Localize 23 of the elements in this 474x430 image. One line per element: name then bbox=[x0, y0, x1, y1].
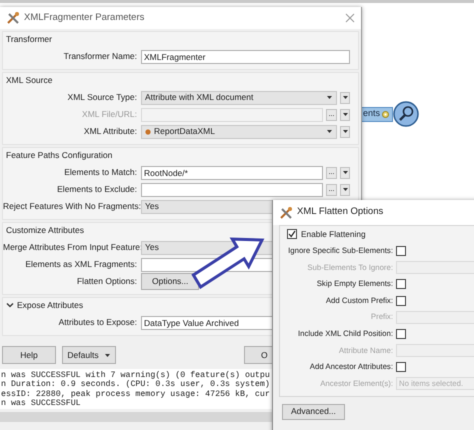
field-label: XML Source Type: bbox=[66, 91, 138, 104]
field-label: Flatten Options: bbox=[76, 275, 138, 288]
log-line: n was SUCCESSFUL with 7 warning(s) (0 feature(s) outpu bbox=[1, 371, 270, 380]
field-label: Transformer Name: bbox=[62, 50, 138, 63]
field-label: Elements to Exclude: bbox=[56, 183, 138, 196]
section-title: Customize Attributes bbox=[6, 224, 84, 236]
section-title: Feature Paths Configuration bbox=[6, 148, 112, 162]
node-label: ents bbox=[363, 107, 380, 120]
field-label: Elements as XML Fragments: bbox=[24, 258, 138, 271]
log-line: n was SUCCESSFUL bbox=[1, 399, 81, 409]
field-label: XML Attribute: bbox=[82, 125, 138, 138]
field-label: Merge Attributes From Input Feature: bbox=[3, 241, 141, 254]
section-title: Transformer bbox=[6, 32, 52, 46]
field-label: Elements to Match: bbox=[63, 166, 138, 179]
checkbox-label: Enable Flattening bbox=[301, 228, 366, 241]
log-line: essID: 22880, peak process memory usage: 47256 kB, cur bbox=[1, 390, 270, 400]
field-label: Reject Features With No Fragments: bbox=[3, 200, 141, 213]
field-label: XML File/URL: bbox=[81, 108, 138, 121]
section-title: Expose Attributes bbox=[17, 298, 84, 312]
log-line: n Duration: 0.9 seconds. (CPU: 0.3s user, 0.3s system) bbox=[1, 380, 270, 390]
field-label: Attributes to Expose: bbox=[58, 316, 138, 329]
section-title: XML Source bbox=[6, 74, 52, 86]
window-title: XMLFragmenter Parameters bbox=[24, 10, 146, 25]
